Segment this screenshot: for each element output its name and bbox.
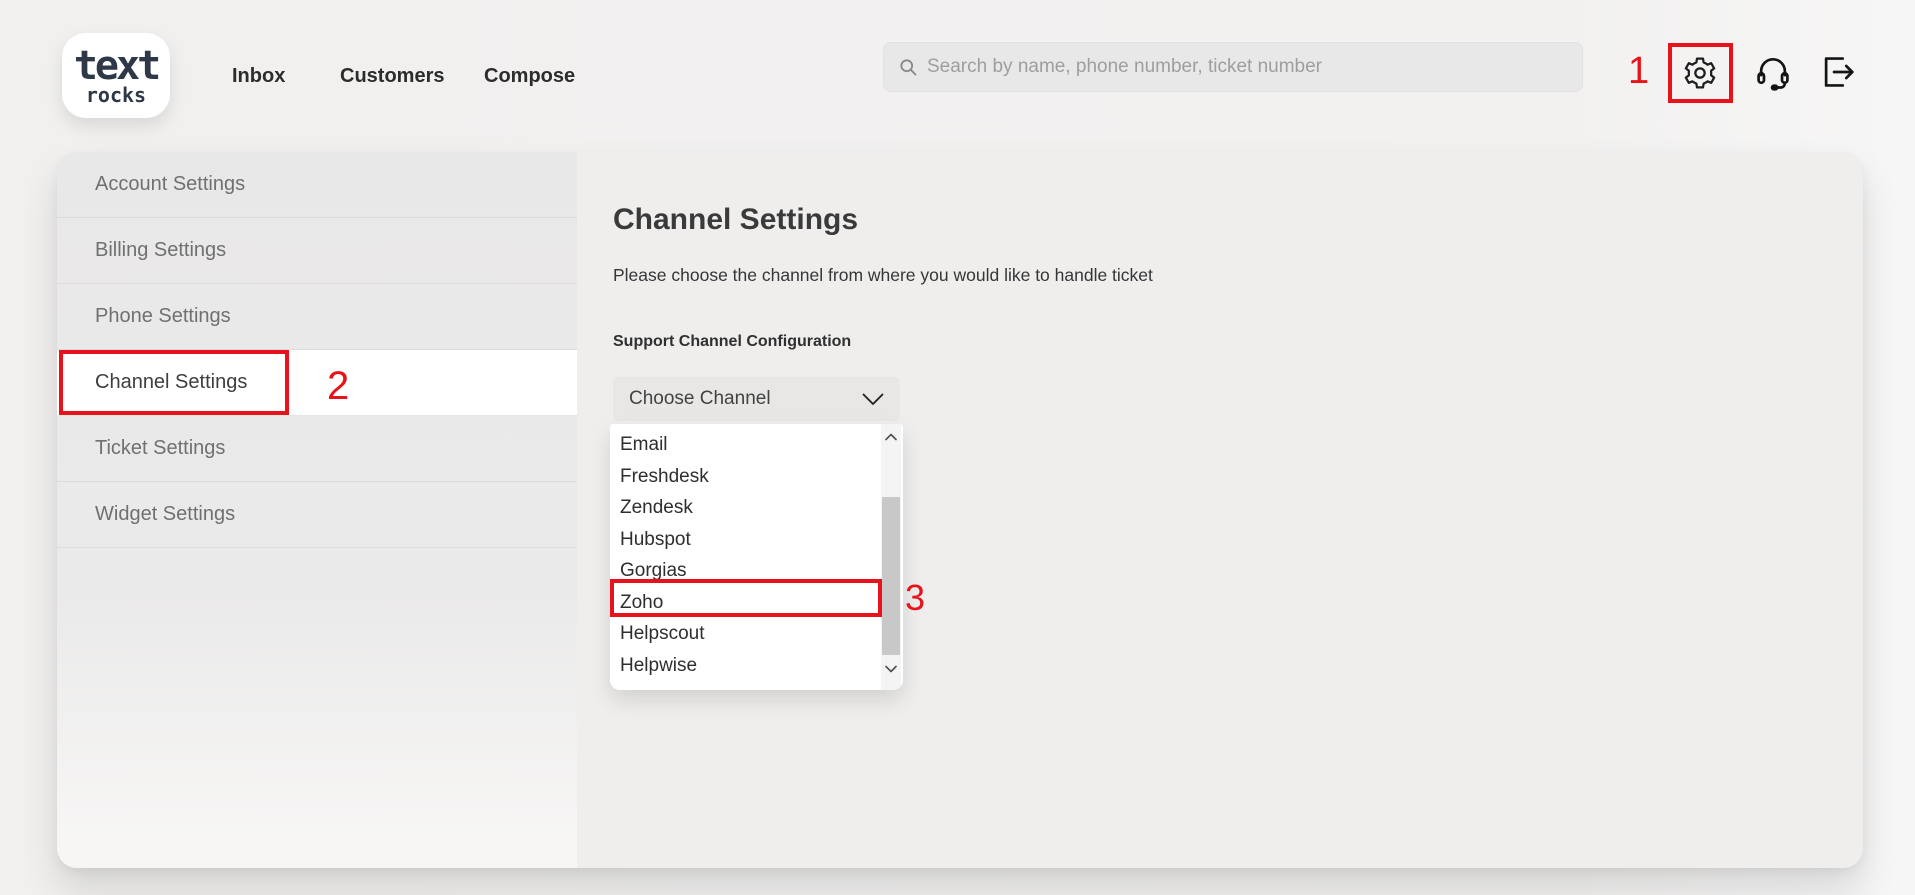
sidebar-item-label: Ticket Settings: [95, 437, 225, 460]
settings-button[interactable]: [1682, 55, 1718, 94]
gear-icon: [1682, 55, 1718, 91]
option-email[interactable]: Email: [610, 429, 880, 461]
sidebar-item-phone-settings[interactable]: Phone Settings: [57, 284, 577, 350]
section-label: Support Channel Configuration: [613, 333, 851, 351]
channel-select-value: Choose Channel: [629, 388, 771, 410]
sidebar-item-channel-settings[interactable]: Channel Settings: [57, 350, 577, 416]
scroll-up-icon[interactable]: [881, 430, 901, 444]
sidebar-item-account-settings[interactable]: Account Settings: [57, 152, 577, 218]
sidebar-item-label: Widget Settings: [95, 503, 235, 526]
sidebar-item-ticket-settings[interactable]: Ticket Settings: [57, 416, 577, 482]
brand-logo[interactable]: text rocks: [62, 33, 170, 118]
option-gorgias[interactable]: Gorgias: [610, 555, 880, 587]
settings-sidebar: Account Settings Billing Settings Phone …: [57, 152, 577, 868]
option-hubspot[interactable]: Hubspot: [610, 524, 880, 556]
nav-item-compose[interactable]: Compose: [484, 63, 575, 89]
sidebar-item-widget-settings[interactable]: Widget Settings: [57, 482, 577, 548]
chevron-down-icon: [862, 393, 884, 406]
option-helpscout[interactable]: Helpscout: [610, 618, 880, 650]
page-title: Channel Settings: [613, 203, 858, 237]
settings-card: Account Settings Billing Settings Phone …: [57, 152, 1863, 868]
sidebar-item-billing-settings[interactable]: Billing Settings: [57, 218, 577, 284]
sidebar-item-label: Phone Settings: [95, 305, 231, 328]
support-button[interactable]: [1754, 53, 1792, 94]
sidebar-item-label: Account Settings: [95, 173, 245, 196]
channel-select[interactable]: Choose Channel: [613, 377, 900, 421]
nav-item-inbox[interactable]: Inbox: [232, 63, 285, 89]
global-search[interactable]: [883, 42, 1583, 92]
option-freshdesk[interactable]: Freshdesk: [610, 461, 880, 493]
search-input[interactable]: [927, 56, 1568, 78]
annotation-step-1: 1: [1628, 52, 1649, 90]
scroll-down-icon[interactable]: [881, 662, 901, 676]
headset-icon: [1754, 53, 1792, 91]
brand-logo-subtext: rocks: [86, 85, 146, 105]
logout-icon: [1819, 53, 1857, 91]
sidebar-item-label: Channel Settings: [95, 371, 247, 394]
page-description: Please choose the channel from where you…: [613, 265, 1153, 286]
dropdown-scrollbar-thumb[interactable]: [882, 497, 900, 655]
option-zendesk[interactable]: Zendesk: [610, 492, 880, 524]
channel-option-list: Email Freshdesk Zendesk Hubspot Gorgias …: [610, 424, 903, 690]
sidebar-item-label: Billing Settings: [95, 239, 226, 262]
brand-logo-text: text: [74, 47, 158, 85]
option-helpwise[interactable]: Helpwise: [610, 650, 880, 682]
logout-button[interactable]: [1819, 53, 1857, 94]
search-icon: [898, 57, 918, 77]
option-zoho[interactable]: Zoho: [610, 587, 880, 619]
nav-item-customers[interactable]: Customers: [340, 63, 444, 89]
